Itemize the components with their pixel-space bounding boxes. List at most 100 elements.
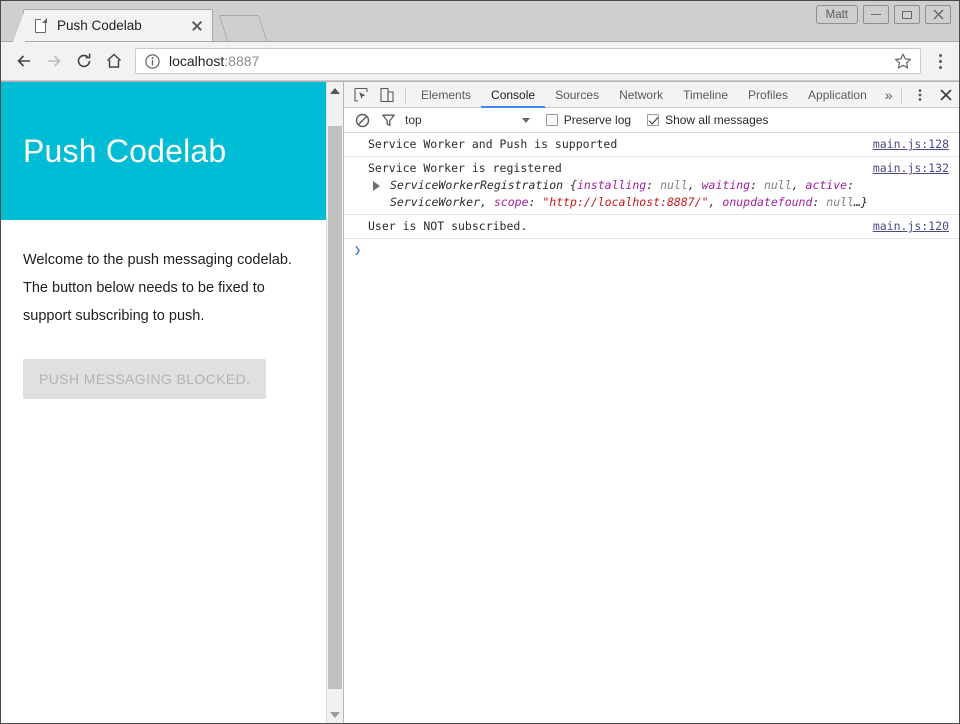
expand-arrow-icon[interactable] (373, 181, 380, 191)
page-scrollbar[interactable] (326, 82, 343, 723)
page-icon (34, 18, 48, 34)
preserve-log-checkbox-row[interactable]: Preserve log (546, 113, 631, 127)
console-message-text: User is NOT subscribed. (368, 218, 527, 235)
object-prop-tail: , (792, 178, 806, 192)
tab-network[interactable]: Network (609, 82, 673, 108)
console-source-link[interactable]: main.js:132 (873, 160, 949, 177)
object-prop-key: scope (494, 195, 529, 209)
console-context-selector[interactable]: top (405, 113, 422, 127)
devtools-tab-list: Elements Console Sources Network Timelin… (411, 82, 896, 108)
tab-console[interactable]: Console (481, 82, 545, 108)
new-tab-button[interactable] (219, 15, 267, 41)
home-icon (104, 51, 124, 71)
object-prop-value: "http://localhost:8887/" (542, 195, 708, 209)
page-paragraph: Welcome to the push messaging codelab. T… (23, 246, 313, 330)
browser-menu-button[interactable] (929, 54, 951, 69)
devtools-toolbar-right (896, 83, 959, 107)
forward-arrow-icon (44, 51, 64, 71)
tab-title: Push Codelab (57, 18, 188, 33)
scrollbar-up-arrow-icon[interactable] (327, 82, 343, 99)
object-prop-tail: , (709, 195, 723, 209)
tab-sources[interactable]: Sources (545, 82, 609, 108)
tab-close-icon[interactable] (188, 17, 206, 35)
object-prop-sep: : (847, 178, 854, 192)
close-button[interactable] (925, 5, 951, 24)
object-prop-key: onupdatefound (722, 195, 812, 209)
reload-button[interactable] (69, 46, 99, 76)
console-message-text: Service Worker is registered (368, 160, 562, 177)
tab-timeline[interactable]: Timeline (673, 82, 738, 108)
scrollbar-thumb[interactable] (328, 126, 342, 689)
maximize-button[interactable] (894, 5, 920, 24)
clear-console-icon[interactable] (349, 108, 375, 132)
tab-strip: Push Codelab Matt (1, 1, 959, 41)
show-all-messages-checkbox-row[interactable]: Show all messages (647, 113, 768, 127)
devtools-menu-icon[interactable] (907, 83, 933, 107)
console-prompt-caret-icon: ❯ (354, 243, 361, 257)
object-prop-key: installing (577, 178, 646, 192)
page-title: Push Codelab (23, 133, 226, 170)
tab-elements[interactable]: Elements (411, 82, 481, 108)
object-prop-tail: …} (854, 195, 868, 209)
console-source-link[interactable]: main.js:120 (873, 218, 949, 235)
console-source-link[interactable]: main.js:128 (873, 136, 949, 153)
object-prop-tail: , (480, 195, 494, 209)
preserve-log-checkbox[interactable] (546, 114, 558, 126)
console-output[interactable]: Service Worker and Push is supported mai… (344, 133, 959, 723)
page-body: Welcome to the push messaging codelab. T… (1, 220, 343, 399)
browser-window: Push Codelab Matt (0, 0, 960, 724)
object-prop-value: null (826, 195, 854, 209)
url-port: :8887 (224, 53, 259, 69)
object-class-name: ServiceWorkerRegistration (390, 178, 563, 192)
devtools-toolbar: Elements Console Sources Network Timelin… (344, 82, 959, 108)
tab-application[interactable]: Application (798, 82, 877, 108)
reload-icon (74, 51, 94, 71)
home-button[interactable] (99, 46, 129, 76)
back-button[interactable] (9, 46, 39, 76)
show-all-messages-label: Show all messages (665, 113, 768, 127)
preserve-log-label: Preserve log (564, 113, 631, 127)
object-prop-sep: : (529, 195, 543, 209)
console-message[interactable]: Service Worker and Push is supported mai… (344, 133, 959, 157)
scrollbar-down-arrow-icon[interactable] (327, 706, 343, 723)
close-icon (933, 9, 944, 20)
back-arrow-icon (14, 51, 34, 71)
filter-funnel-icon[interactable] (375, 108, 401, 132)
object-prop-key: active (806, 178, 848, 192)
page-viewport: Push Codelab Welcome to the push messagi… (1, 82, 344, 723)
object-prop-sep: : (812, 195, 826, 209)
console-object-preview[interactable]: ServiceWorkerRegistration {installing: n… (368, 177, 951, 211)
page-hero: Push Codelab (1, 82, 343, 220)
info-icon[interactable] (144, 53, 161, 70)
url-text: localhost:8887 (169, 53, 892, 69)
object-open-brace: { (563, 178, 577, 192)
toggle-device-toolbar-icon[interactable] (374, 83, 400, 107)
object-prop-sep: : (646, 178, 660, 192)
show-all-messages-checkbox[interactable] (647, 114, 659, 126)
url-host: localhost (169, 53, 224, 69)
push-messaging-button[interactable]: PUSH MESSAGING BLOCKED. (23, 359, 266, 399)
console-message[interactable]: Service Worker is registered main.js:132… (344, 157, 959, 215)
chevron-down-icon[interactable] (522, 118, 530, 123)
object-prop-tail: , (688, 178, 702, 192)
devtools-panel: Elements Console Sources Network Timelin… (344, 82, 959, 723)
toolbar-divider-right (901, 87, 902, 103)
console-prompt[interactable]: ❯ (344, 239, 959, 260)
forward-button (39, 46, 69, 76)
profile-button[interactable]: Matt (816, 5, 858, 24)
minimize-button[interactable] (863, 5, 889, 24)
object-prop-value: null (764, 178, 792, 192)
browser-tab-push-codelab[interactable]: Push Codelab (23, 9, 213, 41)
object-prop-key: waiting (702, 178, 750, 192)
object-prop-value: ServiceWorker (390, 195, 480, 209)
tab-profiles[interactable]: Profiles (738, 82, 798, 108)
address-bar[interactable]: localhost:8887 (135, 48, 921, 74)
toolbar-divider (405, 87, 406, 103)
inspect-element-icon[interactable] (348, 83, 374, 107)
bookmark-star-icon[interactable] (892, 52, 914, 70)
object-prop-value: null (660, 178, 688, 192)
console-message[interactable]: User is NOT subscribed. main.js:120 (344, 215, 959, 239)
object-prop-sep: : (750, 178, 764, 192)
content-area: Push Codelab Welcome to the push messagi… (1, 81, 959, 723)
devtools-close-icon[interactable] (933, 83, 959, 107)
